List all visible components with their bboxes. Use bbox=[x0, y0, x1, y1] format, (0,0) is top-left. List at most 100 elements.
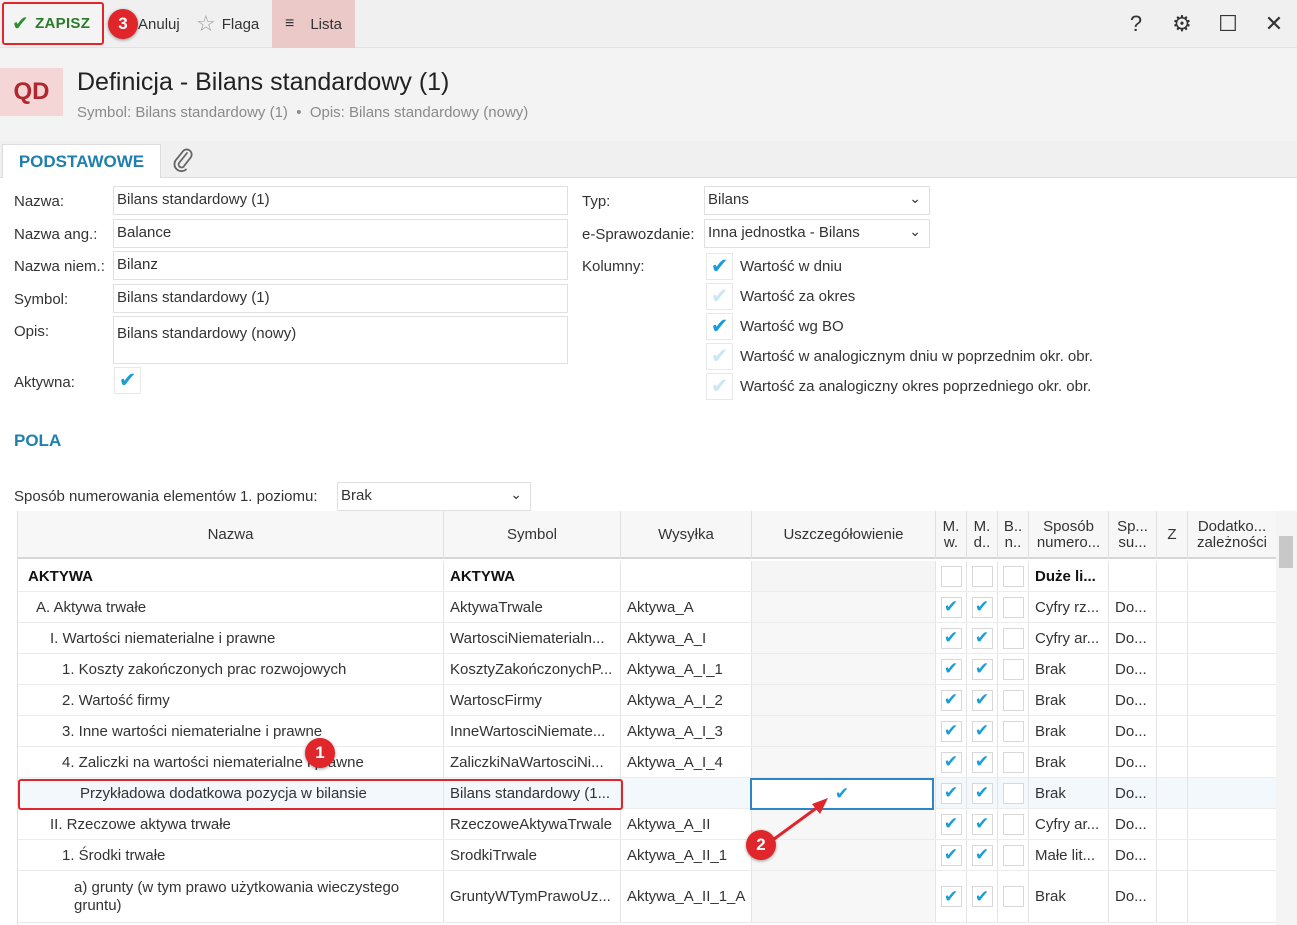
grid-checkbox[interactable] bbox=[1002, 565, 1024, 587]
typ-select[interactable]: Bilans ⌄ bbox=[704, 186, 930, 215]
grid-cell[interactable]: ✔ bbox=[967, 623, 998, 653]
grid-cell[interactable]: A. Aktywa trwałe bbox=[18, 592, 444, 622]
column-header-4[interactable]: Uszczegółowienie bbox=[752, 511, 936, 559]
grid-cell[interactable]: ✔ bbox=[936, 778, 967, 808]
column-header-1[interactable]: Nazwa bbox=[18, 511, 444, 559]
grid-cell[interactable]: Aktywa_A_I_3 bbox=[621, 716, 752, 746]
grid-checkbox[interactable] bbox=[1002, 689, 1024, 711]
grid-cell[interactable]: Do... bbox=[1109, 716, 1157, 746]
grid-cell[interactable] bbox=[998, 809, 1029, 839]
grid-cell[interactable]: ✔ bbox=[967, 871, 998, 922]
grid-checkbox[interactable]: ✔ bbox=[971, 813, 993, 835]
grid-cell[interactable]: RzeczoweAktywaTrwale bbox=[444, 809, 621, 839]
grid-cell[interactable]: ✔ bbox=[936, 809, 967, 839]
table-row[interactable]: II. Rzeczowe aktywa trwałe RzeczoweAktywa… bbox=[18, 809, 1276, 840]
grid-cell[interactable]: ✔ bbox=[936, 685, 967, 715]
grid-checkbox[interactable]: ✔ bbox=[971, 720, 993, 742]
grid-cell[interactable] bbox=[1157, 747, 1188, 777]
help-icon[interactable]: ? bbox=[1123, 11, 1149, 37]
tab-podstawowe[interactable]: PODSTAWOWE bbox=[2, 144, 161, 178]
nazwa-niem-field[interactable]: Bilanz bbox=[113, 251, 568, 280]
kolumny-checkbox-2[interactable]: ✔ bbox=[706, 283, 733, 310]
grid-cell[interactable] bbox=[1188, 871, 1276, 922]
grid-cell[interactable]: ✔ bbox=[936, 716, 967, 746]
grid-scrollbar[interactable] bbox=[1276, 511, 1297, 925]
grid-cell[interactable]: ✔ bbox=[936, 871, 967, 922]
grid-cell[interactable]: AktywaTrwale bbox=[444, 592, 621, 622]
grid-cell[interactable]: Brak bbox=[1029, 716, 1109, 746]
grid-cell[interactable]: ✔ bbox=[936, 747, 967, 777]
grid-cell[interactable] bbox=[1109, 561, 1157, 591]
grid-cell[interactable]: ✔ bbox=[936, 592, 967, 622]
grid-cell[interactable] bbox=[1157, 840, 1188, 870]
grid-checkbox[interactable] bbox=[1002, 813, 1024, 835]
grid-cell[interactable]: Aktywa_A_II bbox=[621, 809, 752, 839]
grid-cell[interactable] bbox=[1157, 561, 1188, 591]
maximize-icon[interactable]: ☐ bbox=[1215, 11, 1241, 37]
grid-cell[interactable]: Do... bbox=[1109, 871, 1157, 922]
grid-checkbox[interactable]: ✔ bbox=[971, 886, 993, 907]
column-header-3[interactable]: Wysyłka bbox=[621, 511, 752, 559]
grid-cell[interactable] bbox=[1188, 654, 1276, 684]
grid-cell[interactable]: ZaliczkiNaWartosciNi... bbox=[444, 747, 621, 777]
grid-cell[interactable] bbox=[967, 561, 998, 591]
grid-cell[interactable] bbox=[1188, 778, 1276, 808]
opis-field[interactable]: Bilans standardowy (nowy) bbox=[113, 316, 568, 364]
grid-cell[interactable] bbox=[1157, 871, 1188, 922]
list-button[interactable]: ≡ Lista bbox=[272, 0, 355, 48]
grid-cell[interactable]: Aktywa_A_I_1 bbox=[621, 654, 752, 684]
grid-cell[interactable] bbox=[998, 747, 1029, 777]
grid-cell[interactable]: 1. Koszty zakończonych prac rozwojowych bbox=[18, 654, 444, 684]
grid-cell[interactable]: SrodkiTrwale bbox=[444, 840, 621, 870]
grid-cell[interactable]: Brak bbox=[1029, 747, 1109, 777]
grid-cell[interactable] bbox=[1157, 623, 1188, 653]
grid-checkbox[interactable] bbox=[940, 565, 962, 587]
grid-cell[interactable]: AKTYWA bbox=[444, 561, 621, 591]
grid-cell[interactable] bbox=[998, 840, 1029, 870]
grid-cell[interactable]: ✔ bbox=[967, 747, 998, 777]
grid-checkbox[interactable] bbox=[971, 565, 993, 587]
grid-checkbox[interactable]: ✔ bbox=[971, 844, 993, 866]
grid-cell[interactable] bbox=[1157, 592, 1188, 622]
flag-button[interactable]: ☆ Flaga bbox=[196, 0, 259, 48]
grid-cell[interactable]: WartosciNiematerialn... bbox=[444, 623, 621, 653]
grid-cell[interactable] bbox=[621, 778, 752, 808]
grid-cell[interactable] bbox=[936, 561, 967, 591]
column-header-7[interactable]: B.. n.. bbox=[998, 511, 1029, 559]
scrollbar-thumb[interactable] bbox=[1279, 536, 1293, 568]
grid-checkbox[interactable] bbox=[1002, 782, 1024, 804]
grid-checkbox[interactable]: ✔ bbox=[940, 886, 962, 907]
grid-cell[interactable]: Aktywa_A_II_1 bbox=[621, 840, 752, 870]
nazwa-ang-field[interactable]: Balance bbox=[113, 219, 568, 248]
grid-checkbox[interactable]: ✔ bbox=[971, 751, 993, 773]
grid-cell[interactable]: Do... bbox=[1109, 747, 1157, 777]
column-header-2[interactable]: Symbol bbox=[444, 511, 621, 559]
grid-checkbox[interactable]: ✔ bbox=[971, 596, 993, 618]
kolumny-checkbox-5[interactable]: ✔ bbox=[706, 373, 733, 400]
grid-cell[interactable]: WartoscFirmy bbox=[444, 685, 621, 715]
grid-cell[interactable]: ✔ bbox=[967, 840, 998, 870]
grid-cell[interactable]: 2. Wartość firmy bbox=[18, 685, 444, 715]
grid-cell[interactable] bbox=[752, 623, 936, 653]
cancel-button[interactable]: Anuluj bbox=[138, 0, 180, 48]
grid-checkbox[interactable]: ✔ bbox=[940, 844, 962, 866]
grid-cell[interactable]: ✔ bbox=[967, 592, 998, 622]
grid-cell[interactable] bbox=[621, 561, 752, 591]
grid-cell[interactable] bbox=[1188, 561, 1276, 591]
grid-cell[interactable]: Do... bbox=[1109, 778, 1157, 808]
grid-cell[interactable] bbox=[998, 685, 1029, 715]
grid-cell[interactable] bbox=[1157, 716, 1188, 746]
grid-cell[interactable]: Do... bbox=[1109, 592, 1157, 622]
grid-cell[interactable]: ✔ bbox=[967, 809, 998, 839]
aktywna-checkbox[interactable]: ✔ bbox=[114, 367, 141, 394]
grid-cell[interactable] bbox=[752, 716, 936, 746]
nazwa-field[interactable]: Bilans standardowy (1) bbox=[113, 186, 568, 215]
esprawozdanie-select[interactable]: Inna jednostka - Bilans ⌄ bbox=[704, 219, 930, 248]
grid-checkbox[interactable]: ✔ bbox=[940, 720, 962, 742]
grid-checkbox[interactable]: ✔ bbox=[971, 627, 993, 649]
grid-checkbox[interactable] bbox=[1002, 596, 1024, 618]
grid-cell[interactable]: 4. Zaliczki na wartości niematerialne i … bbox=[18, 747, 444, 777]
grid-checkbox[interactable]: ✔ bbox=[940, 596, 962, 618]
grid-cell[interactable]: Cyfry ar... bbox=[1029, 809, 1109, 839]
grid-cell[interactable]: Do... bbox=[1109, 840, 1157, 870]
